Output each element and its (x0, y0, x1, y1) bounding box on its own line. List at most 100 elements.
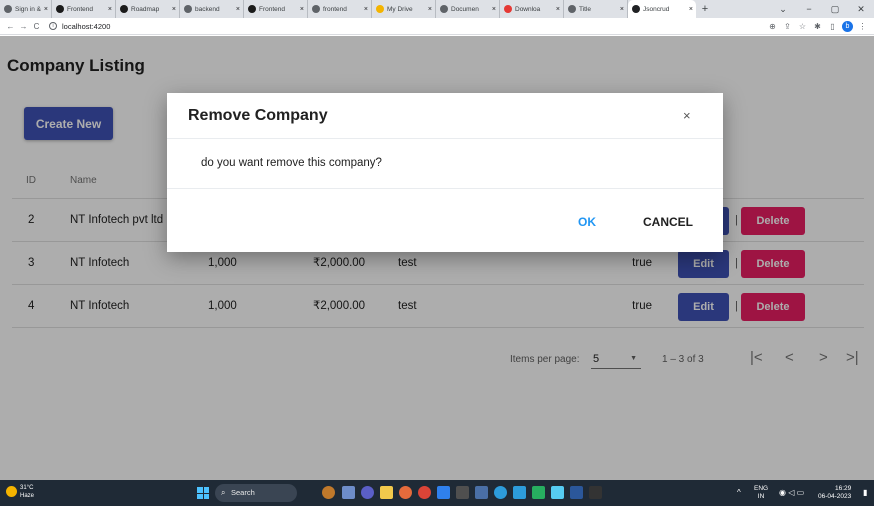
ok-button[interactable]: OK (578, 215, 596, 229)
tab-close-icon[interactable]: × (556, 6, 560, 13)
tab-close-icon[interactable]: × (428, 6, 432, 13)
browser-tab-strip: Sign in & × Frontend × Roadmap × backend × Front… (0, 0, 874, 18)
browser-tab[interactable]: Downloa × (500, 0, 564, 18)
browser-tab[interactable]: backend × (180, 0, 244, 18)
profile-avatar[interactable]: b (842, 21, 853, 32)
tab-title: Frontend (259, 5, 286, 13)
chat-icon[interactable] (361, 486, 374, 499)
menu-icon[interactable]: ⋮ (855, 22, 870, 31)
language-text: ENG (754, 485, 769, 492)
globe-icon (312, 5, 320, 13)
notification-icon[interactable]: ▮ (863, 480, 867, 506)
tab-close-icon[interactable]: × (300, 6, 304, 13)
weather-text: Haze (20, 493, 35, 499)
notepad-icon[interactable] (551, 486, 564, 499)
close-icon[interactable]: × (683, 108, 691, 123)
tab-title: Sign in & (15, 5, 41, 13)
window-controls: ⌄ − ▢ ✕ (770, 0, 874, 18)
dialog-body: do you want remove this company? (167, 139, 723, 189)
tab-title: backend (195, 5, 220, 13)
tab-close-icon[interactable]: × (492, 6, 496, 13)
tab-close-icon[interactable]: × (108, 6, 112, 13)
new-tab-button[interactable]: + (696, 3, 714, 15)
browser-tab[interactable]: My Drive × (372, 0, 436, 18)
browser-tab[interactable]: Roadmap × (116, 0, 180, 18)
search-icon: ⌕ (221, 488, 226, 497)
browser-tab[interactable]: frontend × (308, 0, 372, 18)
taskbar-search[interactable]: ⌕ Search (215, 484, 297, 502)
info-icon[interactable]: i (49, 22, 57, 30)
tray-chevron-icon[interactable]: ^ (737, 480, 741, 506)
zoom-icon[interactable]: ⊕ (765, 22, 780, 31)
star-icon[interactable]: ☆ (795, 22, 810, 31)
tab-close-icon[interactable]: × (620, 6, 624, 13)
clock[interactable]: 16:29 06-04-2023 (818, 485, 851, 506)
cancel-button[interactable]: CANCEL (643, 215, 693, 229)
task-view-icon[interactable] (342, 486, 355, 499)
browser-tab[interactable]: Jsoncrud × (628, 0, 696, 18)
photos-icon[interactable] (513, 486, 526, 499)
browser-tab[interactable]: Sign in & × (0, 0, 52, 18)
tab-title: Frontend (67, 5, 94, 13)
address-bar: ← → C i localhost:4200 ⊕ ⇪ ☆ ✱ ▯ b ⋮ (0, 18, 874, 35)
taskbar-search-label: Search (231, 488, 255, 497)
browser-tab[interactable]: Frontend × (52, 0, 116, 18)
extensions-icon[interactable]: ✱ (810, 22, 825, 31)
reload-button[interactable]: C (30, 22, 43, 31)
share-icon[interactable]: ⇪ (780, 22, 795, 31)
tab-title: Title (579, 5, 592, 13)
side-panel-icon[interactable]: ▯ (825, 22, 840, 31)
remove-company-dialog: Remove Company × do you want remove this… (167, 93, 723, 252)
tab-close-icon[interactable]: × (44, 6, 48, 13)
tab-close-icon[interactable]: × (364, 6, 368, 13)
windows-start-icon[interactable] (197, 487, 209, 499)
os-taskbar: 31°C Haze ⌕ Search ^ ENG IN ◉ ◁ ▭ 16:29 … (0, 480, 874, 506)
tab-close-icon[interactable]: × (689, 6, 693, 13)
tab-title: frontend (323, 5, 347, 13)
file-explorer-icon[interactable] (380, 486, 393, 499)
store-icon[interactable] (532, 486, 545, 499)
globe-icon (184, 5, 192, 13)
minimize-button[interactable]: − (796, 0, 822, 18)
firefox-icon[interactable] (399, 486, 412, 499)
language-indicator[interactable]: ENG IN (754, 485, 768, 506)
dialog-header: Remove Company × (167, 93, 723, 139)
forward-button[interactable]: → (17, 22, 30, 31)
globe-icon (440, 5, 448, 13)
chevron-down-icon[interactable]: ⌄ (770, 0, 796, 18)
heart-icon (504, 5, 512, 13)
chrome-icon[interactable] (418, 486, 431, 499)
gfg-icon (56, 5, 64, 13)
browser-tab[interactable]: Documen × (436, 0, 500, 18)
globe-icon (4, 5, 12, 13)
tab-title: Downloa (515, 5, 541, 13)
back-button[interactable]: ← (4, 22, 17, 31)
weather-sun-icon (6, 486, 17, 497)
browser-tab[interactable]: Frontend × (244, 0, 308, 18)
temperature-text: 31°C (20, 485, 34, 491)
vscode-icon[interactable] (437, 486, 450, 499)
dialog-message: do you want remove this company? (201, 157, 382, 169)
gfg-icon (248, 5, 256, 13)
time-text: 16:29 (834, 485, 852, 492)
region-text: IN (757, 493, 765, 500)
date-text: 06-04-2023 (818, 493, 852, 500)
console-icon[interactable] (589, 486, 602, 499)
widgets-icon[interactable] (322, 486, 335, 499)
app-icon[interactable] (475, 486, 488, 499)
tab-title: Roadmap (131, 5, 160, 13)
url-field[interactable]: i localhost:4200 (49, 22, 110, 31)
tab-title: My Drive (387, 5, 413, 13)
weather-widget[interactable]: 31°C Haze (6, 484, 35, 500)
tab-close-icon[interactable]: × (236, 6, 240, 13)
network-sound-battery-icon[interactable]: ◉ ◁ ▭ (779, 480, 804, 506)
restore-button[interactable]: ▢ (822, 0, 848, 18)
terminal-icon[interactable] (456, 486, 469, 499)
skype-icon[interactable] (494, 486, 507, 499)
word-icon[interactable] (570, 486, 583, 499)
browser-tab[interactable]: Title × (564, 0, 628, 18)
tab-close-icon[interactable]: × (172, 6, 176, 13)
toolbar-icons: ⊕ ⇪ ☆ ✱ ▯ b ⋮ (765, 18, 870, 35)
tab-title: Documen (451, 5, 479, 13)
close-window-button[interactable]: ✕ (848, 0, 874, 18)
